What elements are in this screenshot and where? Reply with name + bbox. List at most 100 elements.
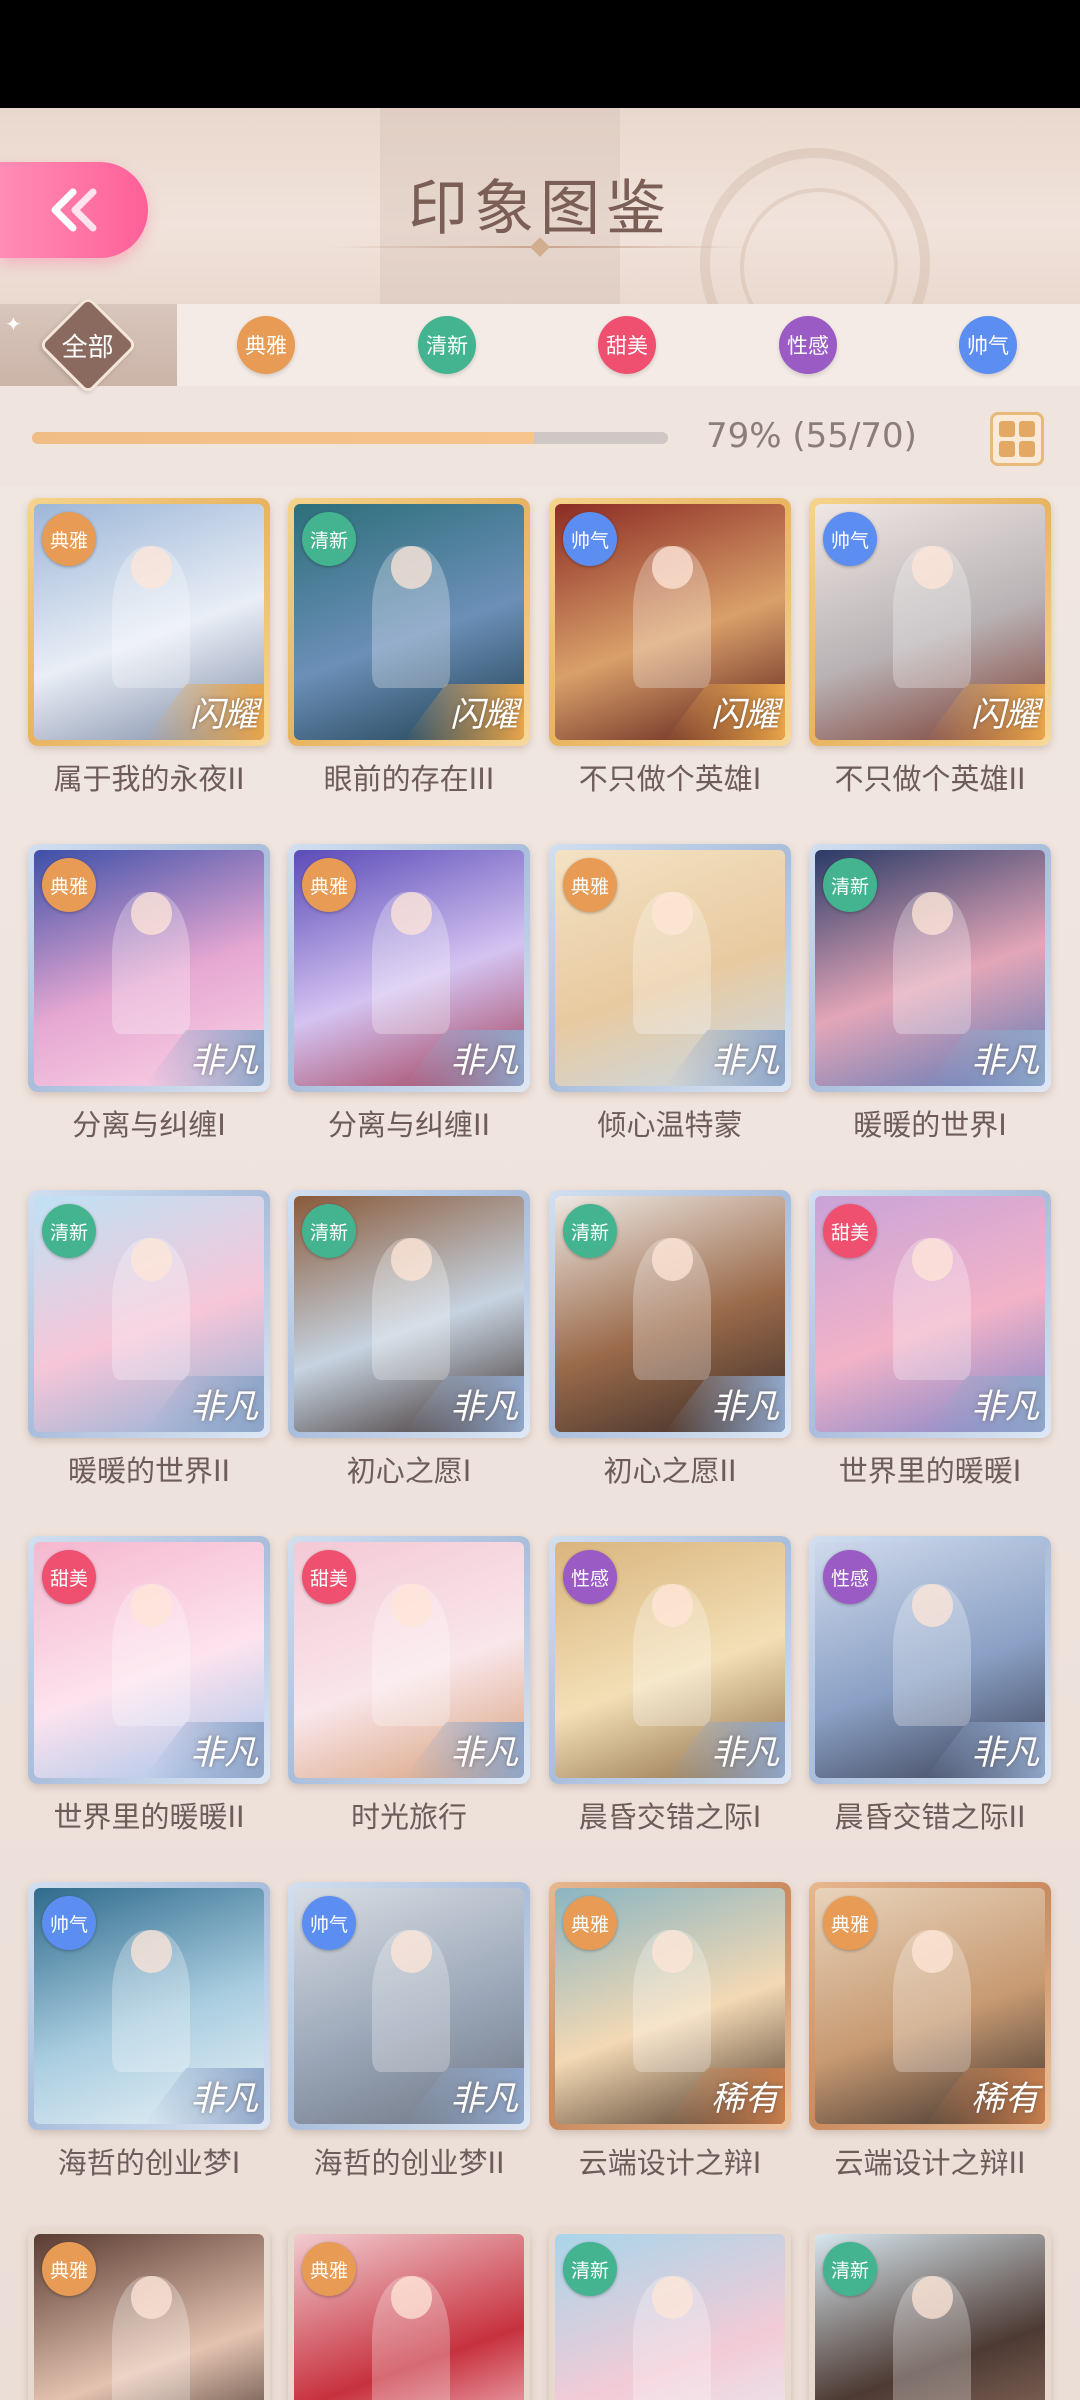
rarity-label: 闪耀	[190, 695, 258, 735]
impression-card[interactable]: 典雅	[288, 2228, 530, 2400]
card-frame: 甜美 非凡	[28, 1536, 270, 1784]
filter-chip: 典雅	[237, 316, 295, 374]
progress-track	[32, 432, 668, 444]
filter-tab-2[interactable]: 清新	[358, 304, 536, 386]
card-frame: 典雅 稀有	[809, 1882, 1051, 2130]
style-tag-badge: 典雅	[42, 512, 96, 566]
card-artwork: 性感 非凡	[815, 1542, 1045, 1778]
impression-card[interactable]: 典雅 非凡 倾心温特蒙	[549, 844, 791, 1144]
rarity-label: 非凡	[190, 1041, 258, 1081]
style-tag-badge: 甜美	[42, 1550, 96, 1604]
impression-card[interactable]: 清新 非凡 暖暖的世界II	[28, 1190, 270, 1490]
card-frame: 典雅 非凡	[549, 844, 791, 1092]
card-artwork: 典雅非凡	[294, 850, 524, 1086]
card-name: 初心之愿II	[603, 1454, 737, 1488]
card-name: 分离与纠缠II	[327, 1108, 491, 1142]
rarity-label: 非凡	[190, 1387, 258, 1427]
card-artwork: 典雅 非凡	[555, 850, 785, 1086]
card-name: 世界里的暖暖II	[53, 1800, 245, 1834]
card-artwork: 典雅	[294, 2234, 524, 2400]
progress-text: 79% (55/70)	[706, 416, 917, 456]
filter-tab-1[interactable]: 典雅	[177, 304, 355, 386]
character-face	[390, 2276, 432, 2319]
impression-card[interactable]: 帅气 闪耀 不只做个英雄II	[809, 498, 1051, 798]
style-tag-badge: 甜美	[302, 1550, 356, 1604]
character-face	[130, 1930, 172, 1973]
impression-card[interactable]: 典雅非凡分离与纠缠II	[288, 844, 530, 1144]
impression-card[interactable]: 清新非凡初心之愿II	[549, 1190, 791, 1490]
style-tag-badge: 清新	[302, 512, 356, 566]
filter-tab-3[interactable]: 甜美	[538, 304, 716, 386]
impression-card[interactable]: 典雅	[28, 2228, 270, 2400]
impression-card[interactable]: 甜美 非凡世界里的暖暖I	[809, 1190, 1051, 1490]
impression-card[interactable]: 帅气 非凡 海哲的创业梦I	[28, 1882, 270, 2182]
style-tag-badge: 帅气	[302, 1896, 356, 1950]
impression-card[interactable]: 性感 非凡 晨昏交错之际I	[549, 1536, 791, 1836]
style-tag-badge: 典雅	[302, 2242, 356, 2296]
style-tag-badge: 清新	[563, 2242, 617, 2296]
rarity-label: 闪耀	[711, 695, 779, 735]
rarity-label: 非凡	[711, 1041, 779, 1081]
style-tag-badge: 甜美	[823, 1204, 877, 1258]
card-name: 属于我的永夜II	[53, 762, 245, 796]
rarity-label: 非凡	[971, 1733, 1039, 1773]
card-name: 世界里的暖暖I	[838, 1454, 1022, 1488]
filter-chip: 全部	[38, 295, 138, 395]
rarity-label: 闪耀	[971, 695, 1039, 735]
impression-card[interactable]: 清新 闪耀 眼前的存在III	[288, 498, 530, 798]
impression-card[interactable]: 典雅 非凡 分离与纠缠I	[28, 844, 270, 1144]
grid-view-icon[interactable]	[990, 412, 1044, 466]
impression-card[interactable]: 清新	[549, 2228, 791, 2400]
card-artwork: 清新	[815, 2234, 1045, 2400]
filter-tab-4[interactable]: 性感	[719, 304, 897, 386]
impression-card[interactable]: 清新 非凡 初心之愿I	[288, 1190, 530, 1490]
impression-card[interactable]: 帅气 非凡 海哲的创业梦II	[288, 1882, 530, 2182]
rarity-label: 非凡	[450, 1387, 518, 1427]
impression-card[interactable]: 甜美 非凡世界里的暖暖II	[28, 1536, 270, 1836]
rarity-label: 非凡	[711, 1733, 779, 1773]
impression-card[interactable]: 清新	[809, 2228, 1051, 2400]
character-face	[651, 1930, 693, 1973]
rarity-label: 非凡	[450, 2079, 518, 2119]
card-artwork: 清新 非凡	[815, 850, 1045, 1086]
filter-tab-5[interactable]: 帅气	[899, 304, 1077, 386]
card-name: 时光旅行	[350, 1800, 467, 1834]
filter-tab-0[interactable]: ✦ 全部	[0, 295, 177, 395]
impression-card[interactable]: 性感 非凡 晨昏交错之际II	[809, 1536, 1051, 1836]
impression-card[interactable]: 清新 非凡 暖暖的世界I	[809, 844, 1051, 1144]
style-tag-badge: 典雅	[823, 1896, 877, 1950]
card-frame: 清新	[809, 2228, 1051, 2400]
filter-label: 全部	[61, 332, 115, 363]
impression-card[interactable]: 帅气 闪耀 不只做个英雄I	[549, 498, 791, 798]
rarity-label: 非凡	[711, 1387, 779, 1427]
character-face	[911, 892, 953, 935]
style-tag-badge: 性感	[563, 1550, 617, 1604]
impression-card[interactable]: 典雅 稀有 云端设计之辩I	[549, 1882, 791, 2182]
rarity-label: 稀有	[711, 2079, 779, 2119]
character-face	[130, 892, 172, 935]
character-face	[390, 1930, 432, 1973]
card-frame: 甜美 非凡	[809, 1190, 1051, 1438]
card-frame: 典雅	[28, 2228, 270, 2400]
card-artwork: 帅气非凡	[294, 1888, 524, 2124]
character-face	[911, 1584, 953, 1627]
card-artwork: 甜美 非凡	[34, 1542, 264, 1778]
style-tag-badge: 典雅	[302, 858, 356, 912]
character-face	[130, 1238, 172, 1281]
card-name: 不只做个英雄II	[834, 762, 1026, 796]
card-artwork: 典雅	[34, 2234, 264, 2400]
card-grid: 典雅 闪耀 属于我的永夜II 清新 闪耀 眼前的存在III 帅气 闪耀 不只做个英雄I 帅气 闪耀不…	[0, 486, 1080, 2400]
filter-label: 清新	[426, 334, 468, 358]
impression-card[interactable]: 典雅闪耀属于我的永夜II	[28, 498, 270, 798]
impression-card[interactable]: 甜美 非凡时光旅行	[288, 1536, 530, 1836]
card-frame: 典雅 非凡	[28, 844, 270, 1092]
filter-label: 典雅	[245, 334, 287, 358]
rarity-label: 非凡	[450, 1041, 518, 1081]
style-tag-badge: 典雅	[563, 1896, 617, 1950]
impression-card[interactable]: 典雅 稀有云端设计之辩II	[809, 1882, 1051, 2182]
card-artwork: 甜美 非凡	[294, 1542, 524, 1778]
card-name: 云端设计之辩II	[834, 2146, 1026, 2180]
style-tag-badge: 清新	[563, 1204, 617, 1258]
card-artwork: 典雅 稀有	[815, 1888, 1045, 2124]
character-face	[911, 2276, 953, 2319]
